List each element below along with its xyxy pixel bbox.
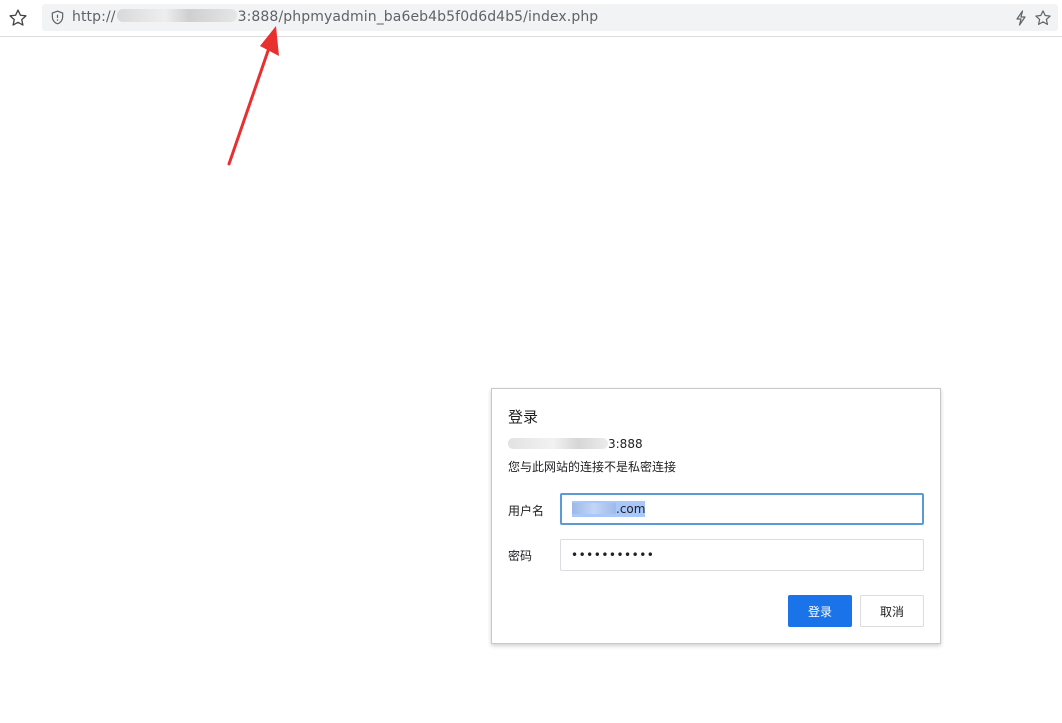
password-label: 密码 — [508, 549, 533, 563]
url-prefix: http:// — [72, 9, 116, 25]
url-text: http://3:888/phpmyadmin_ba6eb4b5f0d6d4b5… — [72, 9, 598, 26]
dialog-title: 登录 — [508, 408, 539, 426]
browser-toolbar: http://3:888/phpmyadmin_ba6eb4b5f0d6d4b5… — [0, 0, 1062, 37]
lightning-icon[interactable] — [1014, 10, 1028, 26]
username-selected-text: .com — [572, 501, 646, 517]
redacted-host — [116, 9, 237, 22]
redacted-host — [508, 438, 608, 449]
address-bar[interactable]: http://3:888/phpmyadmin_ba6eb4b5f0d6d4b5… — [42, 4, 1058, 31]
connection-warning: 您与此网站的连接不是私密连接 — [508, 460, 677, 474]
http-auth-dialog: 登录 3:888 您与此网站的连接不是私密连接 用户名 .com 密码 ••••… — [491, 388, 941, 644]
login-button[interactable]: 登录 — [788, 595, 852, 627]
origin-port: 3:888 — [608, 437, 643, 451]
username-value: .com — [616, 502, 646, 516]
password-input[interactable]: ••••••••••• — [560, 539, 924, 571]
username-label: 用户名 — [508, 504, 545, 518]
shield-icon[interactable] — [50, 10, 65, 25]
dialog-origin: 3:888 — [508, 437, 643, 451]
annotation-arrow — [227, 26, 279, 166]
username-input[interactable]: .com — [560, 493, 924, 525]
password-value: ••••••••••• — [571, 548, 655, 562]
star-outline-icon[interactable] — [6, 6, 30, 30]
redacted-username — [572, 503, 616, 514]
star-outline-icon[interactable] — [1034, 9, 1052, 27]
cancel-button[interactable]: 取消 — [860, 595, 924, 627]
